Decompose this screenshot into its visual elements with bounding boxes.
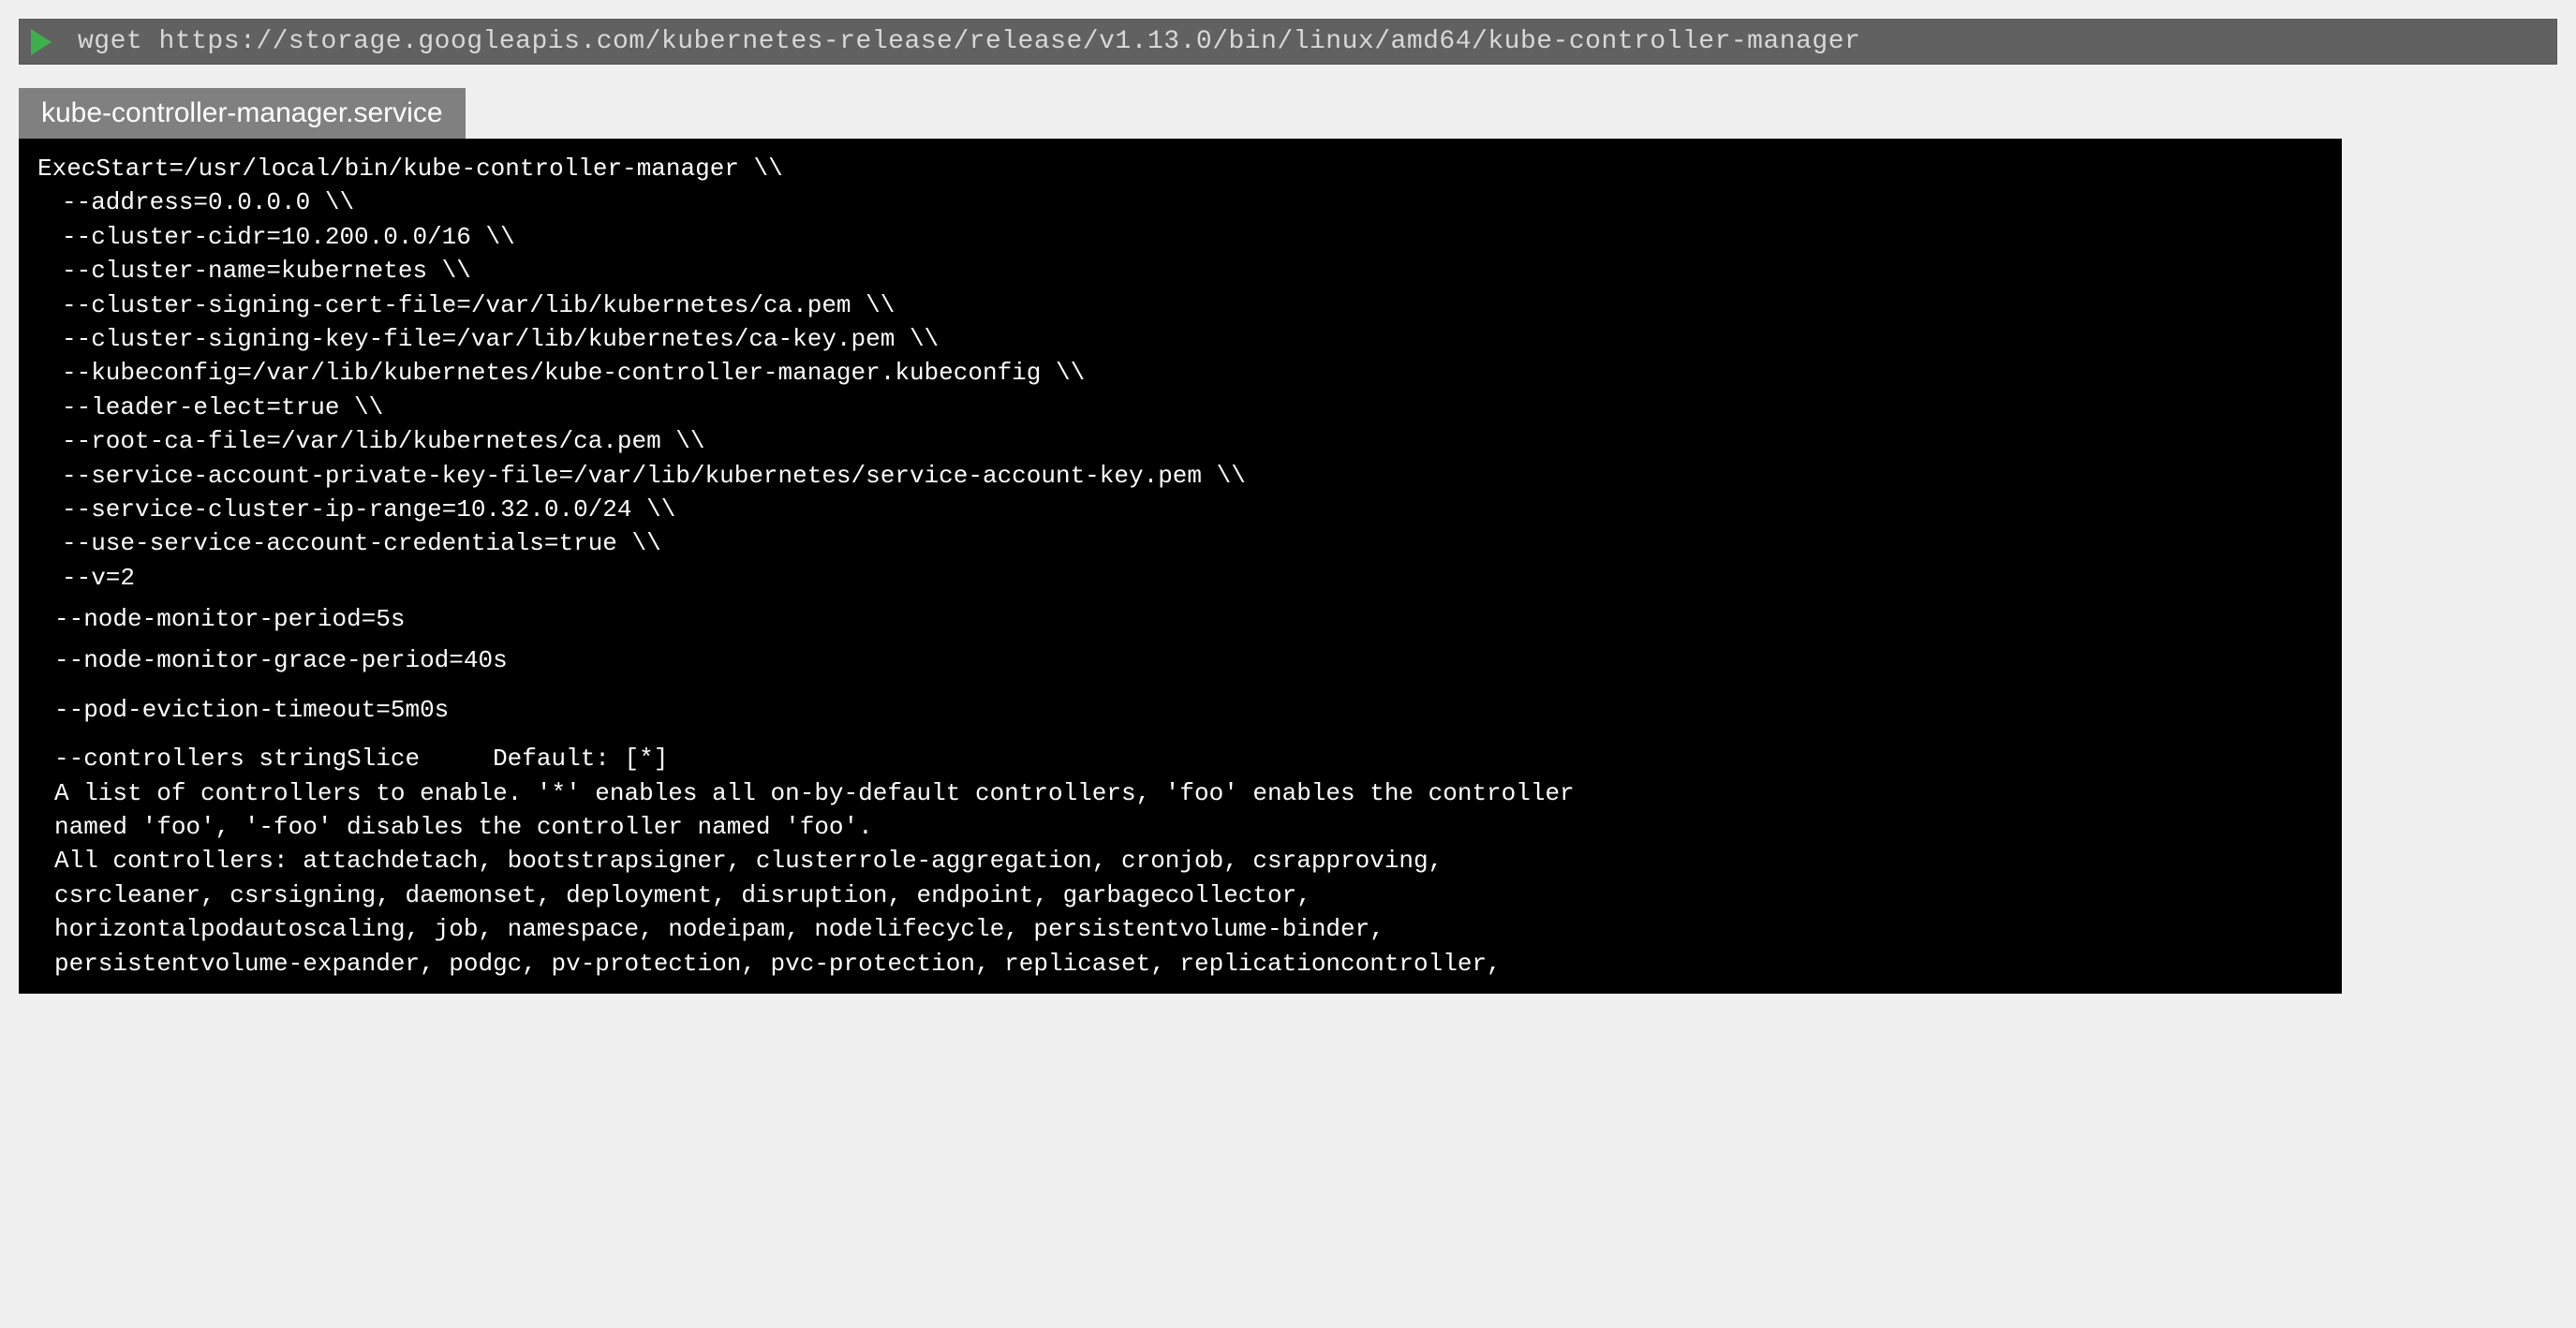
code-line: horizontalpodautoscaling, job, namespace… [37, 912, 2323, 946]
code-line: --node-monitor-grace-period=40s [37, 643, 2323, 677]
code-line: --cluster-signing-key-file=/var/lib/kube… [37, 322, 2323, 356]
code-line: --kubeconfig=/var/lib/kubernetes/kube-co… [37, 356, 2323, 390]
command-text: wget https://storage.googleapis.com/kube… [78, 27, 1860, 56]
code-line: persistentvolume-expander, podgc, pv-pro… [37, 947, 2323, 981]
code-line: A list of controllers to enable. '*' ena… [37, 776, 2323, 810]
code-line: csrcleaner, csrsigning, daemonset, deplo… [37, 878, 2323, 912]
code-line: --v=2 [37, 561, 2323, 595]
code-line: All controllers: attachdetach, bootstrap… [37, 844, 2323, 878]
code-line: --service-account-private-key-file=/var/… [37, 459, 2323, 493]
code-line: --service-cluster-ip-range=10.32.0.0/24 … [37, 493, 2323, 526]
code-line: --node-monitor-period=5s [37, 602, 2323, 636]
code-line: ExecStart=/usr/local/bin/kube-controller… [37, 152, 2323, 185]
code-line: --cluster-signing-cert-file=/var/lib/kub… [37, 288, 2323, 322]
tab-title: kube-controller-manager.service [41, 97, 443, 128]
code-line: --leader-elect=true \\ [37, 391, 2323, 424]
main-container: wget https://storage.googleapis.com/kube… [19, 19, 2557, 994]
code-line: --cluster-cidr=10.200.0.0/16 \\ [37, 220, 2323, 254]
code-line: named 'foo', '-foo' disables the control… [37, 810, 2323, 844]
code-line: --controllers stringSlice Default: [*] [37, 742, 2323, 775]
code-block: ExecStart=/usr/local/bin/kube-controller… [19, 139, 2342, 994]
play-icon[interactable] [31, 29, 52, 55]
code-line: --cluster-name=kubernetes \\ [37, 254, 2323, 288]
code-line: --pod-eviction-timeout=5m0s [37, 693, 2323, 727]
command-bar: wget https://storage.googleapis.com/kube… [19, 19, 2557, 65]
file-tab[interactable]: kube-controller-manager.service [19, 88, 466, 139]
code-line: --address=0.0.0.0 \\ [37, 185, 2323, 219]
code-line: --use-service-account-credentials=true \… [37, 526, 2323, 560]
code-line: --root-ca-file=/var/lib/kubernetes/ca.pe… [37, 424, 2323, 458]
